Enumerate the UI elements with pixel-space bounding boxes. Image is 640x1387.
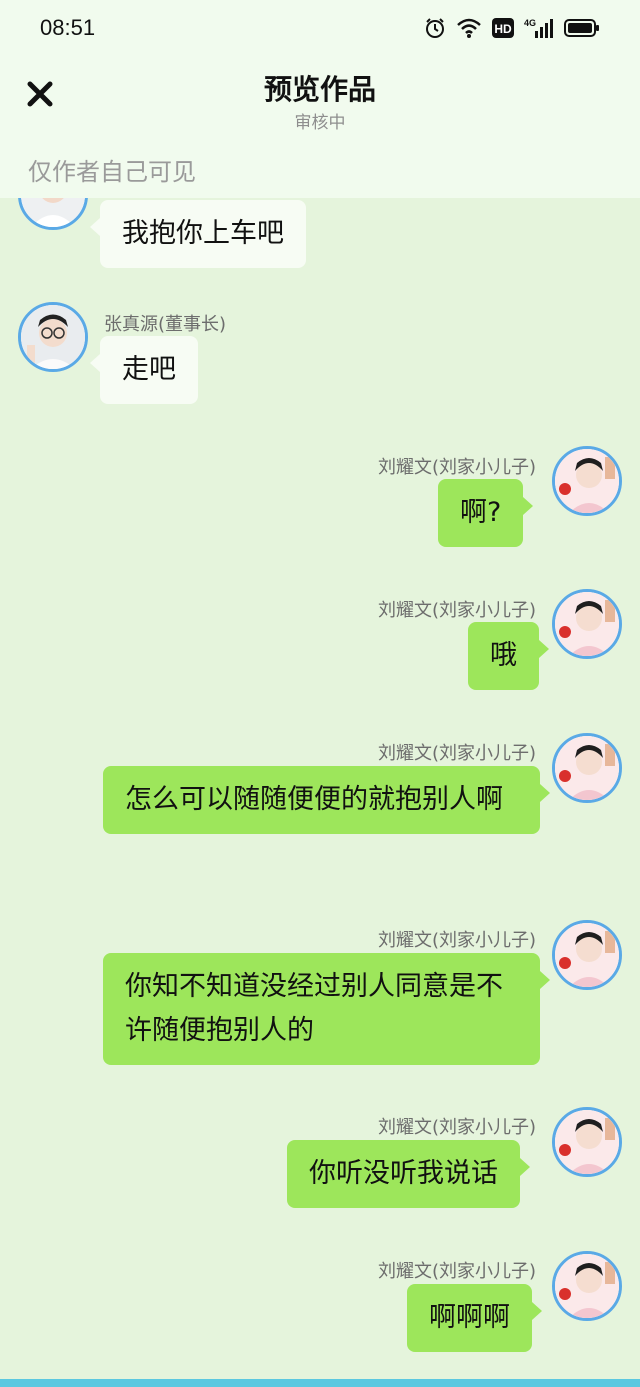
hd-label: HD bbox=[494, 22, 512, 36]
status-time: 08:51 bbox=[40, 15, 96, 40]
page-title: 预览作品 bbox=[263, 73, 376, 106]
battery-icon bbox=[564, 18, 600, 38]
avatar[interactable] bbox=[552, 920, 622, 990]
status-bar: 08:51 HD 4G bbox=[0, 0, 640, 56]
alarm-icon bbox=[424, 17, 446, 39]
avatar[interactable] bbox=[552, 733, 622, 803]
sender-name: 刘耀文(刘家小儿子) bbox=[377, 457, 536, 478]
network-label: 4G bbox=[524, 18, 536, 28]
wifi-icon bbox=[456, 17, 482, 39]
avatar[interactable] bbox=[552, 1251, 622, 1321]
hd-icon: HD bbox=[492, 18, 514, 38]
sender-name: 刘耀文(刘家小儿子) bbox=[377, 600, 536, 621]
sender-name: 刘耀文(刘家小儿子) bbox=[377, 930, 536, 951]
message-bubble: 啊? bbox=[438, 479, 534, 547]
status-icons: HD 4G bbox=[424, 17, 600, 39]
sender-name: 刘耀文(刘家小儿子) bbox=[377, 1117, 536, 1138]
sender-name: 刘耀文(刘家小儿子) bbox=[377, 1261, 536, 1282]
sender-name: 刘耀文(刘家小儿子) bbox=[377, 743, 536, 764]
bottom-progress-bar bbox=[0, 1379, 640, 1387]
message-bubble: 哦 bbox=[468, 622, 549, 690]
message-bubble: 走吧 bbox=[90, 336, 198, 404]
sender-name: 张真源(董事长) bbox=[104, 314, 227, 335]
header: 预览作品 审核中 仅作者自己可见 bbox=[0, 56, 640, 198]
avatar[interactable] bbox=[552, 446, 622, 516]
avatar[interactable] bbox=[18, 198, 88, 230]
avatar[interactable] bbox=[552, 589, 622, 659]
avatar[interactable] bbox=[552, 1107, 622, 1177]
message-bubble: 怎么可以随随便便的就抱别人啊 bbox=[103, 766, 550, 834]
avatar[interactable] bbox=[18, 302, 88, 372]
message-bubble: 啊啊啊 bbox=[407, 1284, 542, 1352]
review-status: 审核中 bbox=[294, 113, 346, 133]
chat-area[interactable]: 我抱你上车吧 张真源(董事长) 走吧 刘耀文(刘家小儿子) 啊? 刘耀文(刘家小… bbox=[0, 198, 640, 1379]
message-bubble: 你知不知道没经过别人同意是不许随便抱别人的 bbox=[103, 953, 550, 1065]
signal-4g-icon: 4G bbox=[524, 17, 554, 39]
visibility-note: 仅作者自己可见 bbox=[28, 158, 196, 186]
message-bubble: 我抱你上车吧 bbox=[90, 200, 306, 268]
message-bubble: 你听没听我说话 bbox=[287, 1140, 530, 1208]
